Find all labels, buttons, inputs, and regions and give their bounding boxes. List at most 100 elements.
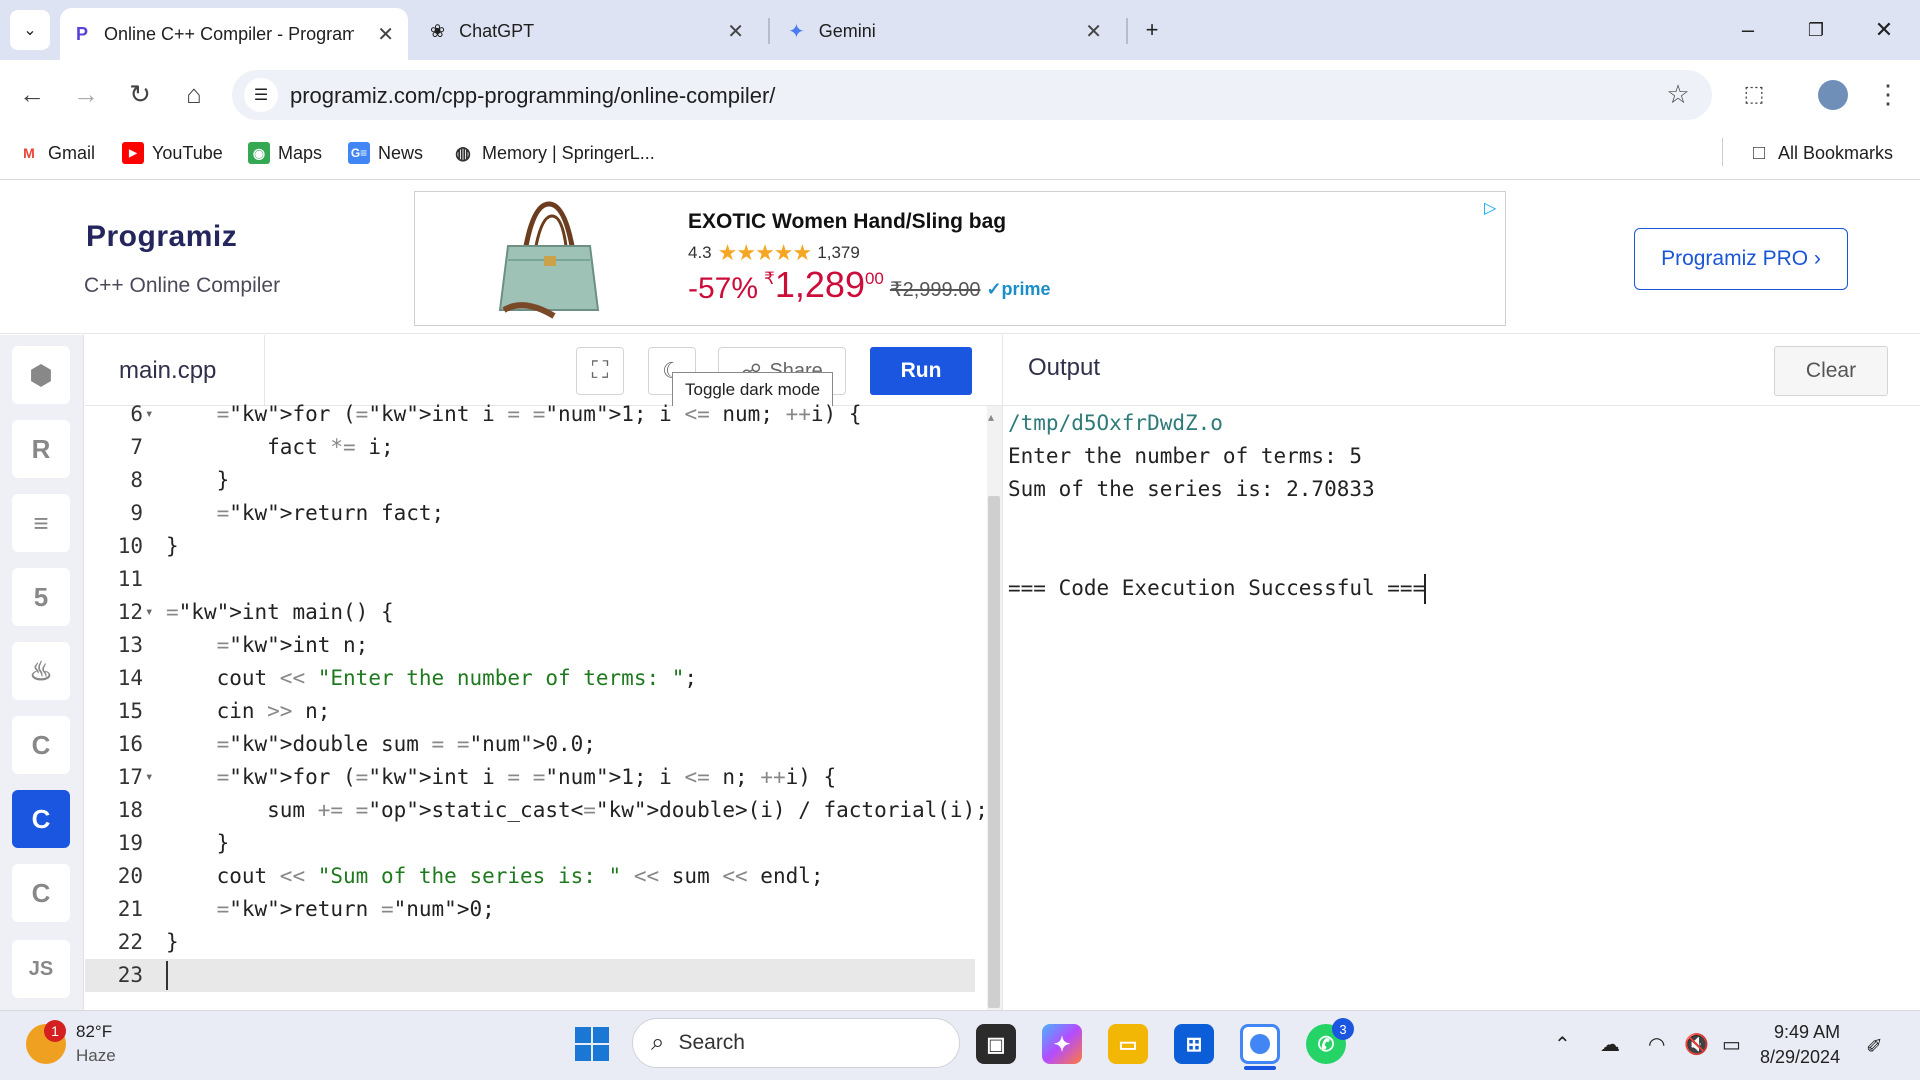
bookmark-maps[interactable]: ◉ Maps — [248, 138, 322, 168]
notifications-icon[interactable]: ✐ — [1866, 1034, 1883, 1059]
code-line[interactable]: 11 — [85, 563, 975, 596]
c-language-icon[interactable]: C — [12, 716, 70, 774]
restore-button[interactable]: ❐ — [1796, 12, 1836, 48]
chevron-up-icon[interactable]: ⌃ — [1554, 1032, 1571, 1057]
reload-button[interactable]: ↻ — [120, 74, 160, 114]
output-line: /tmp/d5OxfrDwdZ.o — [1008, 411, 1223, 435]
news-icon: G≡ — [348, 142, 370, 164]
code-line[interactable]: 20 cout << "Sum of the series is: " << s… — [85, 860, 975, 893]
database-icon[interactable]: ≡ — [12, 494, 70, 552]
close-icon[interactable]: ✕ — [727, 19, 744, 44]
tab-chatgpt[interactable]: ❀ ChatGPT ✕ — [418, 10, 758, 52]
bookmark-news[interactable]: G≡ News — [348, 138, 423, 168]
home-icon: ⌂ — [186, 78, 202, 109]
code-line[interactable]: 8 } — [85, 464, 975, 497]
fullscreen-button[interactable]: ⛶ — [576, 347, 624, 395]
file-tab[interactable]: main.cpp — [85, 335, 265, 406]
line-number: 21 — [117, 897, 143, 921]
copilot-icon[interactable]: ✦ — [1042, 1024, 1082, 1064]
bookmark-star-button[interactable]: ☆ — [1658, 74, 1698, 114]
microsoft-store-icon[interactable]: ⊞ — [1174, 1024, 1214, 1064]
url-text[interactable]: programiz.com/cpp-programming/online-com… — [290, 83, 775, 109]
extensions-button[interactable]: ⬚ — [1734, 74, 1774, 114]
code-line[interactable]: 12 ▾ ="kw">int main() { — [85, 596, 975, 629]
tab-gemini[interactable]: ✦ Gemini ✕ — [776, 10, 1116, 52]
fold-toggle-icon[interactable]: ▾ — [145, 398, 161, 431]
code-line[interactable]: 18 sum += ="op">static_cast<="kw">double… — [85, 794, 988, 827]
profile-avatar[interactable] — [1818, 80, 1848, 110]
tab-programiz[interactable]: P Online C++ Compiler - Program ✕ — [60, 8, 408, 60]
file-explorer-icon[interactable]: ▭ — [1108, 1024, 1148, 1064]
code-text: ="kw">double sum = ="num">0.0; — [216, 732, 596, 756]
whatsapp-badge: 3 — [1332, 1018, 1354, 1040]
home-button[interactable]: ⌂ — [174, 74, 214, 114]
ad-title[interactable]: EXOTIC Women Hand/Sling bag — [688, 210, 1006, 234]
html5-icon[interactable]: 5 — [12, 568, 70, 626]
speaker-muted-icon[interactable]: 🔇 — [1684, 1032, 1709, 1057]
battery-icon[interactable]: ▭ — [1722, 1032, 1741, 1057]
minimize-icon: – — [1741, 17, 1755, 42]
fold-toggle-icon[interactable]: ▾ — [145, 761, 161, 794]
close-icon[interactable]: ✕ — [377, 22, 394, 47]
tab-label: Online C++ Compiler - Program — [104, 23, 355, 44]
run-button[interactable]: Run — [870, 347, 972, 395]
scroll-up-icon[interactable]: ▴ — [988, 410, 994, 424]
bookmark-youtube[interactable]: ▶ YouTube — [122, 138, 223, 168]
code-line[interactable]: 22} — [85, 926, 975, 959]
code-line[interactable]: 7 fact *= i; — [85, 431, 975, 464]
csharp-icon[interactable]: C — [12, 864, 70, 922]
bookmark-label: News — [378, 142, 424, 163]
site-info-icon[interactable]: ☰ — [244, 78, 278, 112]
code-line[interactable]: 13 ="kw">int n; — [85, 629, 975, 662]
code-line[interactable]: 19 } — [85, 827, 975, 860]
task-view-icon[interactable]: ▣ — [976, 1024, 1016, 1064]
java-icon[interactable]: ♨ — [12, 642, 70, 700]
bookmark-springer[interactable]: ◍ Memory | SpringerL... — [452, 138, 655, 168]
r-icon[interactable]: R — [12, 420, 70, 478]
all-bookmarks[interactable]: □ All Bookmarks — [1748, 138, 1893, 168]
code-text: cout << "Sum of the series is: " << sum … — [166, 864, 824, 888]
youtube-icon: ▶ — [122, 142, 144, 164]
programiz-logo[interactable]: Programiz — [86, 220, 237, 254]
tab-divider — [1126, 18, 1128, 44]
forward-button[interactable]: → — [66, 74, 106, 114]
windows-start-icon[interactable] — [574, 1026, 610, 1062]
close-icon[interactable]: ✕ — [1085, 19, 1102, 44]
chevron-down-icon: ⌄ — [23, 22, 37, 39]
onedrive-icon[interactable]: ☁ — [1600, 1032, 1620, 1057]
line-number: 18 — [117, 798, 143, 822]
javascript-icon[interactable]: JS — [12, 940, 70, 998]
scrollbar-thumb[interactable] — [988, 496, 1000, 1008]
taskbar-search[interactable]: ⌕ Search — [632, 1018, 960, 1068]
system-clock[interactable]: 9:49 AM 8/29/2024 — [1760, 1020, 1840, 1070]
menu-button[interactable]: ⋮ — [1868, 74, 1908, 114]
tab-search-button[interactable]: ⌄ — [10, 10, 50, 50]
code-text: ="kw">for (="kw">int i = ="num">1; i <= … — [216, 402, 862, 426]
close-window-button[interactable]: ✕ — [1864, 12, 1904, 48]
minimize-button[interactable]: – — [1728, 12, 1768, 48]
chrome-icon[interactable] — [1240, 1024, 1280, 1064]
maps-icon: ◉ — [248, 142, 270, 164]
weather-widget[interactable]: 1 82°F Haze — [26, 1020, 116, 1068]
code-line[interactable]: 15 cin >> n; — [85, 695, 975, 728]
original-price: ₹2,999.00 — [889, 279, 981, 301]
new-tab-button[interactable]: + — [1132, 12, 1172, 48]
fold-toggle-icon[interactable]: ▾ — [145, 596, 161, 629]
programiz-pro-button[interactable]: Programiz PRO › — [1634, 228, 1848, 290]
bookmark-gmail[interactable]: M Gmail — [18, 138, 95, 168]
code-line[interactable]: 17 ▾ ="kw">for (="kw">int i = ="num">1; i… — [85, 761, 975, 794]
code-line[interactable]: 6 ▾ ="kw">for (="kw">int i = ="num">1; i … — [85, 398, 975, 431]
handbag-image — [494, 198, 604, 320]
code-line[interactable]: 14 cout << "Enter the number of terms: "… — [85, 662, 975, 695]
code-line[interactable]: 16 ="kw">double sum = ="num">0.0; — [85, 728, 975, 761]
code-line[interactable]: 10} — [85, 530, 975, 563]
cpp-icon[interactable]: C — [12, 790, 70, 848]
code-line[interactable]: 21 ="kw">return ="num">0; — [85, 893, 975, 926]
code-line[interactable]: 23 — [85, 959, 975, 992]
back-button[interactable]: ← — [12, 74, 52, 114]
code-line[interactable]: 9 ="kw">return fact; — [85, 497, 975, 530]
wifi-icon[interactable]: ◠ — [1648, 1032, 1665, 1057]
clear-button[interactable]: Clear — [1774, 346, 1888, 396]
python-icon[interactable]: ⬢ — [12, 346, 70, 404]
adchoices-icon[interactable]: ▷ — [1484, 198, 1504, 218]
